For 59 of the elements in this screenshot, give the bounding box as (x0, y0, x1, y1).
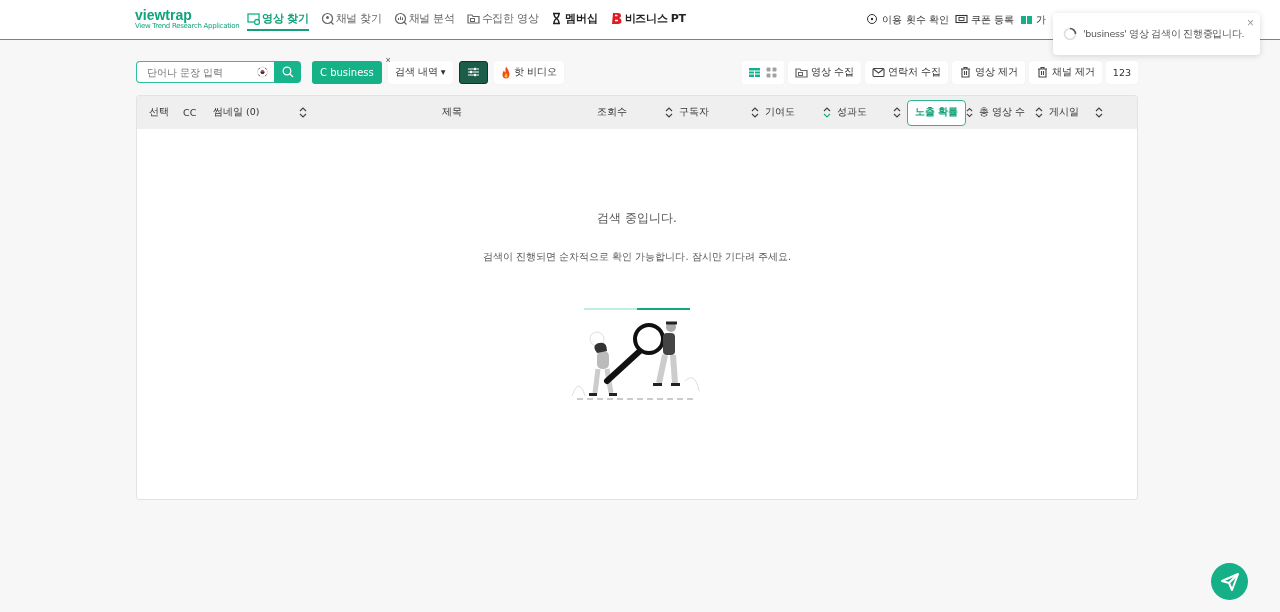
feedback-button[interactable] (1211, 563, 1248, 600)
column-header[interactable]: 기여도 (765, 106, 795, 119)
sliders-icon (466, 66, 480, 78)
column-header[interactable]: 조회수 (597, 106, 627, 119)
b-logo-icon (609, 12, 623, 25)
table-icon (747, 65, 761, 79)
hot-video-button[interactable]: 핫 비디오 (493, 60, 564, 84)
sort-icon[interactable] (823, 106, 831, 119)
search-person-icon (320, 12, 334, 25)
send-icon (1219, 571, 1240, 592)
sort-icon[interactable] (299, 106, 307, 119)
toast-message: 'business' 영상 검색이 진행중입니다. (1083, 27, 1245, 41)
column-header: 선택 (149, 106, 169, 119)
toolbar-button[interactable]: 채널 제거 (1028, 60, 1102, 84)
column-header[interactable]: 썸네일 (0) (213, 106, 260, 119)
toolbar-button[interactable]: 영상 제거 (951, 60, 1025, 84)
sort-icon[interactable] (665, 106, 673, 119)
empty-title: 검색 중입니다. (597, 210, 677, 227)
nav-tab[interactable]: 채널 찾기 (320, 8, 382, 31)
nav-tab[interactable]: 채널 분석 (393, 8, 455, 31)
sort-icon[interactable] (893, 106, 901, 119)
trash-icon (1035, 65, 1049, 79)
monitor-search-icon (247, 12, 261, 25)
toolbar-button[interactable]: 영상 수집 (787, 60, 861, 84)
sort-icon[interactable] (965, 106, 973, 119)
toolbar-button[interactable]: 연락처 수집 (864, 60, 948, 84)
nav-tab[interactable]: 비즈니스 PT (609, 8, 686, 31)
search-icon (281, 66, 294, 78)
header-link[interactable]: 쿠폰 등록 (954, 12, 1014, 27)
grid-icon (764, 65, 778, 79)
nav-tab[interactable]: 수집한 영상 (466, 8, 539, 31)
search-box[interactable]: 단어나 문장 입력 (136, 61, 274, 83)
column-header: 제목 (442, 106, 462, 119)
trash-icon (958, 65, 972, 79)
search-field[interactable]: 단어나 문장 입력 (147, 66, 257, 78)
sort-icon[interactable] (751, 106, 759, 119)
nav-tab[interactable]: 멤버십 (550, 8, 598, 31)
column-header[interactable]: 게시일 (1049, 106, 1079, 119)
sort-icon[interactable] (1095, 106, 1103, 119)
folder-icon (794, 65, 808, 79)
book-icon (1020, 13, 1033, 26)
column-header[interactable]: 구독자 (679, 106, 709, 119)
mail-icon (871, 65, 885, 79)
ticket-icon (954, 13, 968, 26)
sort-icon[interactable] (1035, 106, 1043, 119)
column-header: CC (183, 107, 197, 118)
header-link[interactable]: 가 (1020, 12, 1046, 27)
search-chart-icon (393, 12, 407, 25)
clock-icon (866, 13, 880, 26)
column-header[interactable]: 총 영상 수 (979, 106, 1026, 119)
fire-icon (500, 65, 511, 79)
toolbar-button[interactable]: 123 (1105, 60, 1138, 84)
empty-message: 검색이 진행되면 순차적으로 확인 가능합니다. 잠시만 기다려 주세요. (482, 250, 792, 264)
spinner-icon (1063, 27, 1077, 41)
header-link[interactable]: 이용 횟수 확인 (866, 12, 949, 27)
column-header[interactable]: 성과도 (837, 106, 867, 119)
flag-icon (257, 66, 268, 78)
folder-icon (466, 12, 480, 25)
filter-button[interactable] (458, 60, 488, 84)
